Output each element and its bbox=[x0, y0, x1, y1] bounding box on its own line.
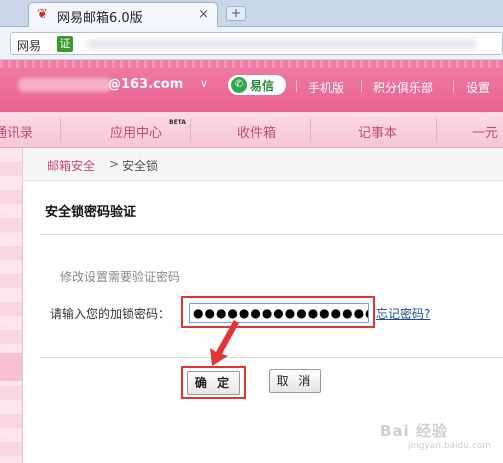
browser-tabstrip: ❦ 网易邮箱6.0版 × + bbox=[0, 0, 503, 27]
browser-tab[interactable]: ❦ 网易邮箱6.0版 × bbox=[28, 2, 218, 27]
left-decoration-band bbox=[0, 353, 23, 381]
header-separator bbox=[296, 80, 297, 92]
mail-header: @163.com ∨ ✆ 易信 手机版 积分俱乐部 设置 bbox=[0, 60, 503, 112]
beta-badge: BETA bbox=[169, 119, 186, 126]
breadcrumb: 邮箱安全 > 安全锁 bbox=[23, 148, 503, 181]
confirm-highlight: 确 定 bbox=[181, 366, 246, 399]
nav-item-notepad[interactable]: 记事本 bbox=[358, 122, 397, 141]
chevron-down-icon[interactable]: ∨ bbox=[200, 77, 208, 90]
header-link-mobile[interactable]: 手机版 bbox=[308, 79, 344, 96]
nav-separator bbox=[310, 118, 311, 142]
main-nav: 通讯录 应用中心 收件箱 记事本 一元 bbox=[0, 112, 503, 148]
account-domain[interactable]: @163.com bbox=[108, 77, 183, 92]
divider bbox=[40, 234, 503, 235]
address-bar[interactable]: 网易 证 bbox=[10, 32, 503, 55]
browser-toolbar: 网易 证 bbox=[0, 27, 503, 60]
breadcrumb-mail-security[interactable]: 邮箱安全 bbox=[47, 157, 95, 174]
forgot-password-link[interactable]: 忘记密码? bbox=[376, 305, 430, 322]
yixin-button[interactable]: ✆ 易信 bbox=[228, 75, 286, 95]
confirm-button[interactable]: 确 定 bbox=[187, 371, 240, 395]
nav-item-inbox[interactable]: 收件箱 bbox=[237, 122, 276, 141]
account-name-blurred bbox=[18, 78, 112, 92]
divider bbox=[40, 357, 503, 358]
breadcrumb-separator: > bbox=[109, 157, 120, 171]
address-site-label: 网易 bbox=[17, 39, 42, 53]
verify-hint: 修改设置需要验证密码 bbox=[60, 270, 181, 284]
tab-title: 网易邮箱6.0版 bbox=[57, 11, 143, 26]
baidu-watermark: Bai 经验 bbox=[380, 422, 448, 440]
nav-separator bbox=[436, 118, 437, 142]
yixin-label: 易信 bbox=[250, 79, 275, 93]
new-tab-button[interactable]: + bbox=[226, 6, 246, 21]
address-url-blurred bbox=[87, 39, 477, 49]
breadcrumb-current: 安全锁 bbox=[122, 159, 159, 173]
header-link-settings[interactable]: 设置 bbox=[466, 79, 490, 96]
close-icon[interactable]: × bbox=[198, 7, 209, 22]
header-link-points-club[interactable]: 积分俱乐部 bbox=[373, 79, 433, 96]
cancel-button[interactable]: 取 消 bbox=[269, 369, 321, 393]
nav-separator bbox=[60, 118, 61, 142]
certificate-icon[interactable]: 证 bbox=[57, 36, 73, 52]
header-separator bbox=[361, 80, 362, 92]
left-decoration bbox=[0, 148, 23, 463]
page-title: 安全锁密码验证 bbox=[45, 205, 137, 220]
nav-item-one-yuan[interactable]: 一元 bbox=[472, 122, 498, 141]
baidu-watermark-url: jingyan.baidu.com bbox=[408, 441, 492, 451]
netease-mail-icon: ❦ bbox=[37, 7, 48, 22]
arrow-annotation-icon bbox=[210, 320, 239, 366]
password-label: 请输入您的加锁密码： bbox=[50, 307, 171, 321]
header-separator bbox=[453, 80, 454, 92]
yixin-icon: ✆ bbox=[231, 77, 247, 93]
nav-separator bbox=[190, 118, 191, 142]
nav-item-contacts[interactable]: 通讯录 bbox=[0, 122, 33, 141]
nav-item-app-center[interactable]: 应用中心 bbox=[110, 122, 162, 141]
